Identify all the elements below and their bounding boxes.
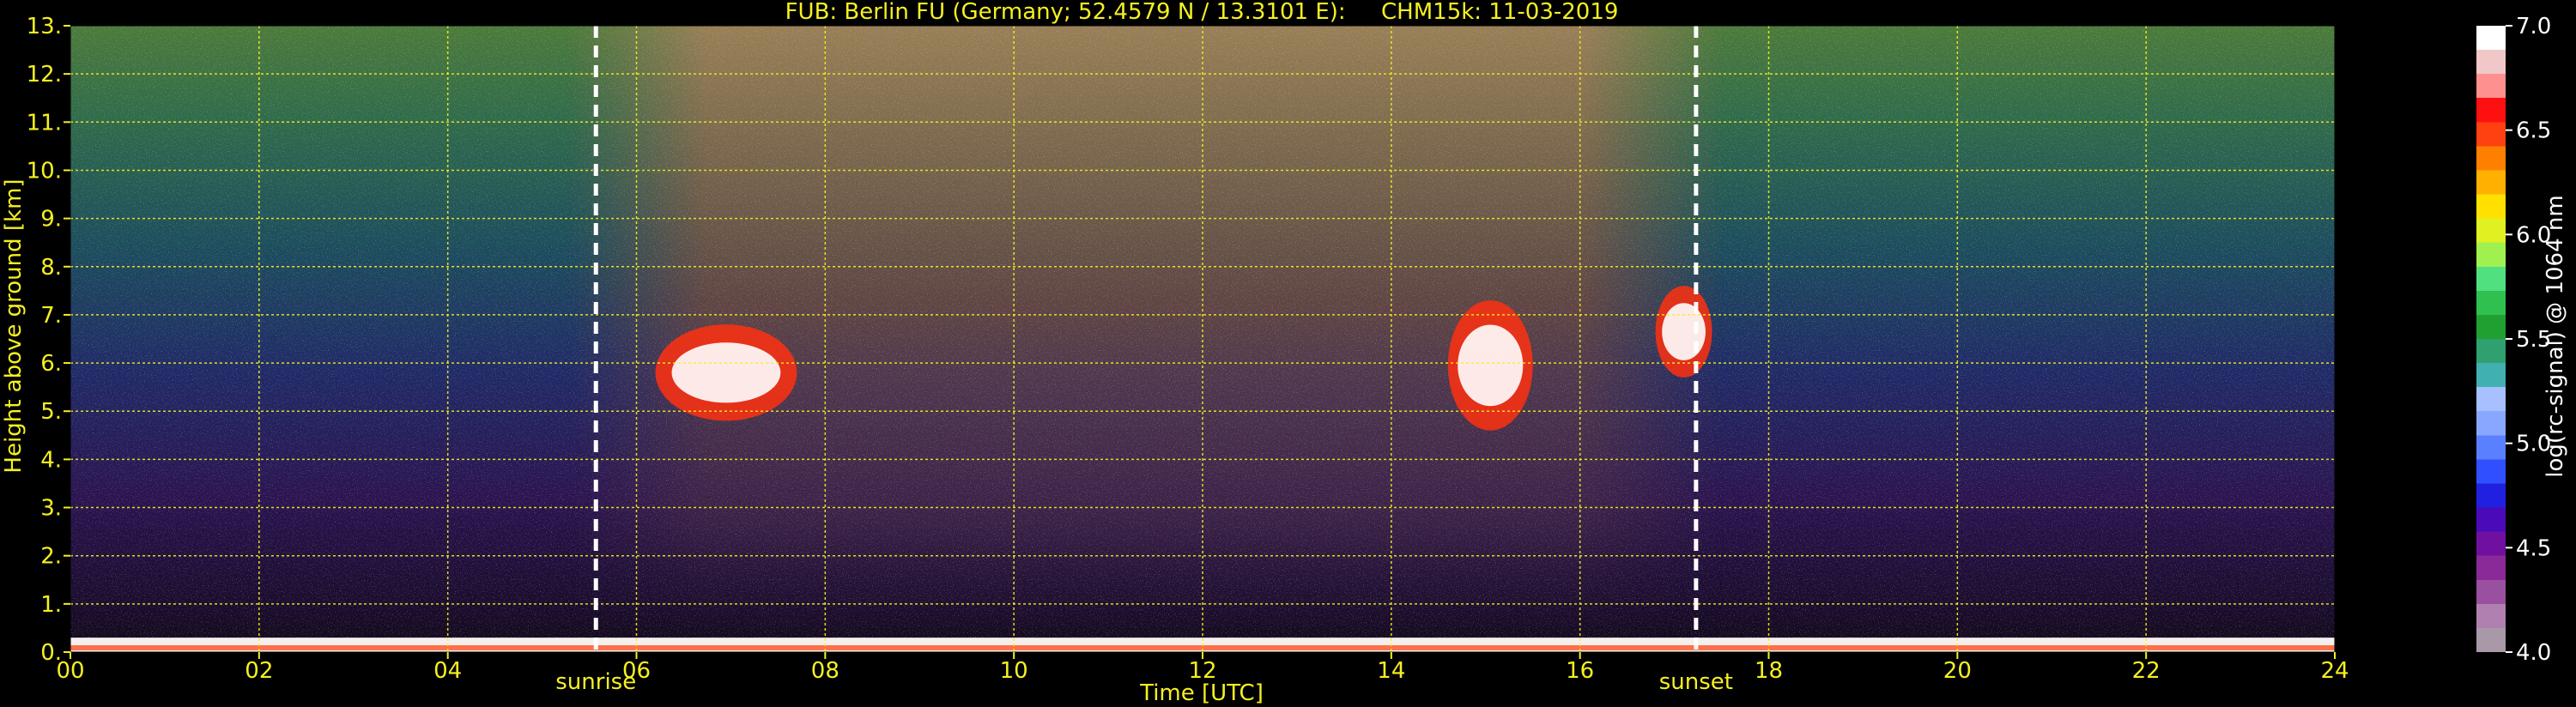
y-tick-label: 11. (27, 110, 62, 136)
x-tick-label: 18 (1755, 658, 1783, 684)
x-tick-label: 08 (811, 658, 839, 684)
cloud-core-white (1458, 324, 1524, 407)
y-tick-label: 7. (40, 303, 62, 329)
y-axis-ticks: 0. 1. 2. 3. 4. 5. 6. 7. 8. 9. 10. 11. 12. 13. (27, 14, 70, 666)
sunset-label: sunset (1659, 669, 1733, 695)
chart-title: FUB: Berlin FU (Germany; 52.4579 N / 13.… (785, 0, 1619, 25)
x-tick-label: 04 (433, 658, 462, 684)
x-tick-label: 20 (1943, 658, 1972, 684)
x-tick-label: 14 (1377, 658, 1405, 684)
y-tick-label: 3. (40, 496, 62, 522)
colorbar-label: log(rc-signal) @ 1064 nm (2543, 195, 2568, 477)
y-tick-label: 4. (40, 447, 62, 473)
y-tick-label: 2. (40, 544, 62, 570)
x-tick-label: 10 (1000, 658, 1028, 684)
colorbar-tick-label: 4.5 (2516, 535, 2551, 561)
y-tick-label: 13. (27, 14, 62, 39)
cloud-core-white (1662, 303, 1706, 360)
x-tick-label: 02 (245, 658, 273, 684)
y-tick-label: 12. (27, 62, 62, 88)
y-tick-label: 0. (40, 640, 62, 666)
x-tick-label: 06 (622, 658, 651, 684)
cloud-feature (655, 324, 797, 421)
ceilometer-chart: sunrise sunset 00 02 04 06 08 10 12 14 16 18 20 22 24… (1, 0, 2568, 706)
y-tick-label: 9. (40, 207, 62, 233)
y-tick-label: 8. (40, 255, 62, 281)
cloud-core-white (671, 342, 781, 403)
cloud-feature (1655, 286, 1712, 378)
x-axis-label: Time [UTC] (1139, 680, 1264, 706)
x-tick-label: 24 (2320, 658, 2349, 684)
y-tick-label: 10. (27, 158, 62, 184)
x-tick-label: 16 (1566, 658, 1594, 684)
colorbar-tick-label: 7.0 (2516, 14, 2551, 39)
plot-area: sunrise sunset (70, 25, 2336, 695)
y-tick-label: 1. (40, 592, 62, 618)
colorbar-tick-label: 6.5 (2516, 118, 2551, 144)
x-tick-label: 22 (2132, 658, 2161, 684)
y-tick-label: 5. (40, 399, 62, 425)
x-axis-ticks: 00 02 04 06 08 10 12 14 16 18 20 22 24 (56, 652, 2349, 684)
y-tick-label: 6. (40, 351, 62, 377)
colorbar-tick-label: 4.0 (2516, 640, 2551, 666)
y-axis-label: Height above ground [km] (1, 178, 27, 473)
colorbar-bar (2476, 26, 2506, 652)
colorbar: 4.04.55.05.56.06.57.0 log(rc-signal) @ 1… (2476, 14, 2568, 666)
